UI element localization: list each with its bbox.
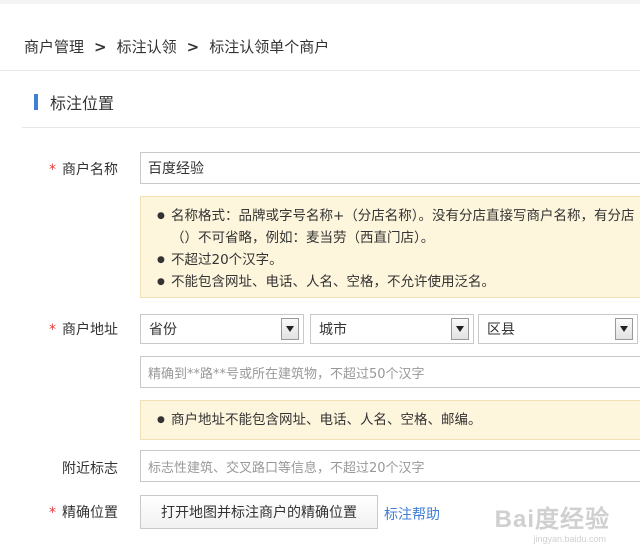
merchant-name-label: * 商户名称: [49, 162, 118, 178]
required-mark: *: [49, 505, 56, 521]
tip-item: 商户地址不能包含网址、电话、人名、空格、邮编。: [153, 409, 637, 431]
province-select[interactable]: 省份: [140, 314, 304, 344]
section-title: 标注位置: [34, 91, 114, 113]
merchant-name-tips: 名称格式：品牌或字号名称+（分店名称）。没有分店直接写商户名称，有分店（）不可省…: [140, 196, 640, 298]
precise-location-label: * 精确位置: [49, 505, 118, 521]
breadcrumb-separator: >: [186, 37, 200, 56]
merchant-address-label: * 商户地址: [49, 322, 118, 338]
tip-item: 不超过20个汉字。: [153, 249, 637, 271]
breadcrumb: 商户管理 > 标注认领 > 标注认领单个商户: [24, 36, 329, 57]
top-strip: [0, 0, 640, 4]
watermark-url: jingyan.baidu.com: [533, 534, 606, 544]
required-mark: *: [49, 322, 56, 338]
tip-item: 不能包含网址、电话、人名、空格，不允许使用泛名。: [153, 271, 637, 293]
city-select-value: 城市: [319, 322, 347, 338]
chevron-down-icon[interactable]: [615, 318, 633, 340]
district-select-value: 区县: [487, 322, 515, 338]
section-title-text: 标注位置: [50, 94, 115, 113]
province-select-value: 省份: [149, 322, 177, 338]
header-divider: [0, 70, 640, 71]
breadcrumb-item-claim[interactable]: 标注认领: [117, 36, 177, 57]
open-map-button[interactable]: 打开地图并标注商户的精确位置: [140, 495, 378, 529]
breadcrumb-item-merchant-management[interactable]: 商户管理: [24, 36, 84, 57]
merchant-address-tips: 商户地址不能包含网址、电话、人名、空格、邮编。: [140, 400, 640, 440]
landmark-label: 附近标志: [62, 461, 118, 477]
marking-help-link[interactable]: 标注帮助: [384, 504, 440, 524]
landmark-input[interactable]: 标志性建筑、交叉路口等信息，不超过20个汉字: [140, 450, 640, 482]
address-detail-input[interactable]: 精确到**路**号或所在建筑物，不超过50个汉字: [140, 356, 640, 388]
merchant-name-input[interactable]: 百度经验: [140, 152, 640, 184]
required-mark: *: [49, 162, 56, 178]
chevron-down-icon[interactable]: [281, 318, 299, 340]
chevron-down-icon[interactable]: [451, 318, 469, 340]
city-select[interactable]: 城市: [310, 314, 474, 344]
section-divider: [22, 127, 640, 128]
watermark-logo: Bai度经验: [494, 506, 610, 533]
section-accent-bar: [34, 94, 38, 110]
breadcrumb-item-current: 标注认领单个商户: [209, 38, 330, 56]
breadcrumb-separator: >: [94, 37, 107, 56]
tip-item: 名称格式：品牌或字号名称+（分店名称）。没有分店直接写商户名称，有分店（）不可省…: [153, 205, 637, 249]
district-select[interactable]: 区县: [478, 314, 638, 344]
